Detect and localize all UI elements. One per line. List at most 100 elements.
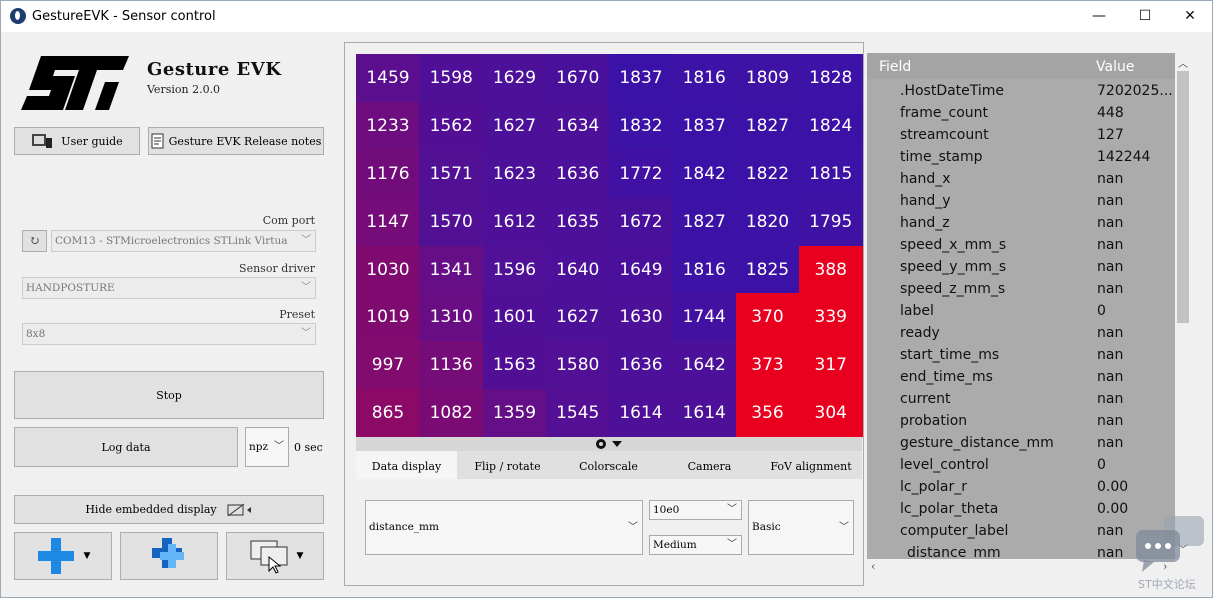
- heatmap-cell: 1570: [419, 197, 484, 246]
- field-value: nan: [1097, 193, 1124, 209]
- hide-embedded-display-button[interactable]: Hide embedded display: [14, 495, 324, 524]
- refresh-button[interactable]: ↻: [22, 230, 47, 252]
- table-row[interactable]: label 0: [867, 302, 1175, 324]
- add-multiple-button[interactable]: [120, 532, 218, 580]
- window-layout-button[interactable]: ▼: [226, 532, 324, 580]
- heatmap-cell: 997: [356, 341, 420, 390]
- table-row[interactable]: time_stamp 142244: [867, 148, 1175, 170]
- chat-bubble-icon[interactable]: [1134, 514, 1206, 574]
- preset-select[interactable]: 8x8 ﹀: [22, 323, 316, 345]
- heatmap-cell: 356: [735, 389, 800, 438]
- table-row[interactable]: computer_label nan: [867, 522, 1175, 544]
- size-value: Medium: [653, 539, 697, 551]
- table-row[interactable]: gesture_distance_mm nan: [867, 434, 1175, 456]
- field-name: speed_x_mm_s: [900, 237, 1007, 253]
- table-row[interactable]: hand_y nan: [867, 192, 1175, 214]
- table-row[interactable]: start_time_ms nan: [867, 346, 1175, 368]
- scroll-left-icon[interactable]: ‹: [871, 560, 875, 573]
- field-value: nan: [1097, 171, 1124, 187]
- field-value: nan: [1097, 325, 1124, 341]
- heatmap-cell: 1019: [356, 293, 420, 342]
- heatmap-cell: 1635: [545, 197, 610, 246]
- tab-data-display[interactable]: Data display: [356, 451, 457, 479]
- field-name: time_stamp: [900, 149, 983, 165]
- heatmap-cell: 1459: [356, 54, 420, 102]
- display-tabs: Data display Flip / rotate Colorscale Ca…: [356, 451, 862, 479]
- table-row[interactable]: speed_y_mm_s nan: [867, 258, 1175, 280]
- release-notes-button[interactable]: Gesture EVK Release notes: [148, 127, 324, 155]
- stop-button[interactable]: Stop: [14, 371, 324, 419]
- table-row[interactable]: end_time_ms nan: [867, 368, 1175, 390]
- heatmap-cell: 388: [798, 245, 863, 294]
- heatmap-cell: 1832: [609, 101, 673, 150]
- add-button[interactable]: ▼: [14, 532, 112, 580]
- log-format-select[interactable]: npz ﹀: [245, 427, 289, 467]
- table-row[interactable]: ready nan: [867, 324, 1175, 346]
- size-select[interactable]: Medium ﹀: [649, 535, 742, 555]
- multi-plus-icon: [152, 538, 184, 568]
- table-row[interactable]: speed_x_mm_s nan: [867, 236, 1175, 258]
- control-panel: Gesture EVK Version 2.0.0 User guide Ges…: [1, 32, 341, 597]
- user-guide-icon: [32, 134, 53, 148]
- refresh-icon: ↻: [29, 233, 40, 249]
- heatmap-cell: 1642: [672, 341, 737, 390]
- tab-colorscale[interactable]: Colorscale: [558, 451, 659, 479]
- heatmap-cell: 304: [798, 389, 863, 438]
- display-field-select[interactable]: distance_mm ﹀: [365, 500, 643, 555]
- horizontal-scrollbar[interactable]: ‹ ›: [867, 559, 1175, 577]
- chevron-down-icon: ﹀: [301, 328, 311, 339]
- table-header: Field Value: [867, 53, 1175, 79]
- tab-camera[interactable]: Camera: [659, 451, 760, 479]
- table-row[interactable]: probation nan: [867, 412, 1175, 434]
- heatmap-cell: 339: [798, 293, 863, 342]
- table-row[interactable]: .HostDateTime 7202025...: [867, 82, 1175, 104]
- window-title: GestureEVK - Sensor control: [32, 9, 216, 24]
- heatmap-cell: 1837: [672, 101, 737, 150]
- display-field-value: distance_mm: [369, 521, 439, 533]
- table-row[interactable]: speed_z_mm_s nan: [867, 280, 1175, 302]
- gear-icon[interactable]: [594, 437, 624, 451]
- table-row[interactable]: streamcount 127: [867, 126, 1175, 148]
- sensor-driver-value: HANDPOSTURE: [26, 282, 115, 294]
- heatmap-cell: 1842: [672, 149, 737, 198]
- heatmap-cell: 1837: [609, 54, 673, 102]
- scale-select[interactable]: 10e0 ﹀: [649, 500, 742, 520]
- heatmap-cell: 1136: [419, 341, 484, 390]
- tab-fov-alignment[interactable]: FoV alignment: [760, 451, 862, 479]
- table-row[interactable]: frame_count 448: [867, 104, 1175, 126]
- dropdown-arrow-icon: ▼: [296, 551, 304, 561]
- heatmap-cell: 1827: [672, 197, 737, 246]
- table-row[interactable]: hand_z nan: [867, 214, 1175, 236]
- user-guide-button[interactable]: User guide: [14, 127, 140, 155]
- scale-value: 10e0: [653, 504, 680, 516]
- sensor-driver-select[interactable]: HANDPOSTURE ﹀: [22, 277, 316, 299]
- table-row[interactable]: lc_polar_r 0.00: [867, 478, 1175, 500]
- heatmap-cell: 1147: [356, 197, 420, 246]
- display-settings-bar[interactable]: [356, 437, 862, 451]
- com-port-select[interactable]: COM13 - STMicroelectronics STLink Virtua…: [51, 230, 316, 252]
- heatmap-cell: 1596: [482, 245, 547, 294]
- chevron-down-icon: ﹀: [727, 539, 737, 550]
- heatmap-cell: 1580: [545, 341, 610, 390]
- vertical-scrollbar[interactable]: ︿ ﹀: [1175, 53, 1191, 559]
- app-icon: [10, 8, 26, 24]
- table-row[interactable]: hand_x nan: [867, 170, 1175, 192]
- scroll-up-icon[interactable]: ︿: [1178, 55, 1188, 70]
- chevron-down-icon: ﹀: [274, 441, 284, 452]
- field-value: nan: [1097, 413, 1124, 429]
- table-row[interactable]: level_control 0: [867, 456, 1175, 478]
- minimize-button[interactable]: —: [1076, 1, 1122, 32]
- heatmap-cell: 1636: [609, 341, 673, 390]
- table-row[interactable]: lc_polar_theta 0.00: [867, 500, 1175, 522]
- close-button[interactable]: ✕: [1167, 1, 1213, 32]
- tab-flip-rotate[interactable]: Flip / rotate: [457, 451, 558, 479]
- heatmap-cell: 1824: [798, 101, 863, 150]
- table-row[interactable]: current nan: [867, 390, 1175, 412]
- heatmap-cell: 1571: [419, 149, 484, 198]
- scrollbar-thumb[interactable]: [1177, 71, 1189, 323]
- field-value: nan: [1097, 369, 1124, 385]
- log-data-button[interactable]: Log data: [14, 427, 238, 467]
- maximize-button[interactable]: ☐: [1122, 1, 1168, 32]
- mode-select[interactable]: Basic ﹀: [748, 500, 854, 555]
- heatmap-cell: 1809: [735, 54, 800, 102]
